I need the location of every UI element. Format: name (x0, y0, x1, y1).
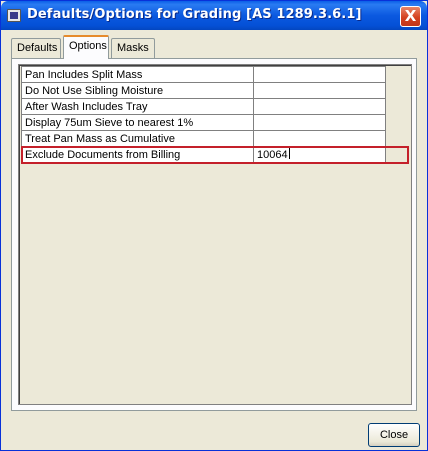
option-value-text: 10064 (257, 148, 288, 161)
dialog-window: Defaults/Options for Grading [AS 1289.3.… (0, 0, 428, 451)
table-row[interactable]: After Wash Includes Tray (21, 98, 408, 115)
tab-defaults[interactable]: Defaults (11, 38, 61, 58)
table-row[interactable]: Do Not Use Sibling Moisture (21, 82, 408, 99)
options-grid-area[interactable]: Pan Includes Split Mass Do Not Use Sibli… (19, 65, 411, 404)
option-label: Treat Pan Mass as Cumulative (21, 130, 254, 147)
close-icon[interactable]: X (400, 6, 421, 27)
row-spacer (385, 82, 408, 99)
text-caret (288, 147, 290, 159)
app-icon (7, 9, 21, 22)
options-table: Pan Includes Split Mass Do Not Use Sibli… (20, 66, 409, 164)
options-grid: Pan Includes Split Mass Do Not Use Sibli… (18, 64, 412, 405)
row-spacer (385, 98, 408, 115)
tab-masks[interactable]: Masks (111, 38, 155, 58)
option-label: Display 75um Sieve to nearest 1% (21, 114, 254, 131)
title-bar[interactable]: Defaults/Options for Grading [AS 1289.3.… (1, 1, 427, 30)
option-value-cell[interactable] (253, 82, 386, 99)
option-label: Exclude Documents from Billing (21, 146, 254, 163)
table-row[interactable]: Treat Pan Mass as Cumulative (21, 130, 408, 147)
option-value-cell[interactable] (253, 66, 386, 83)
table-row-selected[interactable]: Exclude Documents from Billing 10064 (20, 145, 409, 164)
row-spacer (385, 130, 408, 147)
option-value-cell[interactable] (253, 130, 386, 147)
table-row[interactable]: Display 75um Sieve to nearest 1% (21, 114, 408, 131)
option-value-cell[interactable] (253, 114, 386, 131)
table-row[interactable]: Pan Includes Split Mass (21, 66, 408, 83)
option-label: Do Not Use Sibling Moisture (21, 82, 254, 99)
row-spacer (385, 114, 408, 131)
option-label: Pan Includes Split Mass (21, 66, 254, 83)
row-spacer (385, 146, 408, 163)
tab-options[interactable]: Options (63, 35, 109, 59)
option-label: After Wash Includes Tray (21, 98, 254, 115)
close-button[interactable]: Close (368, 423, 420, 447)
options-panel: Pan Includes Split Mass Do Not Use Sibli… (11, 58, 417, 411)
window-title: Defaults/Options for Grading [AS 1289.3.… (27, 7, 362, 22)
option-value-editor[interactable]: 10064 (253, 146, 386, 163)
option-value-cell[interactable] (253, 98, 386, 115)
row-spacer (385, 66, 408, 83)
